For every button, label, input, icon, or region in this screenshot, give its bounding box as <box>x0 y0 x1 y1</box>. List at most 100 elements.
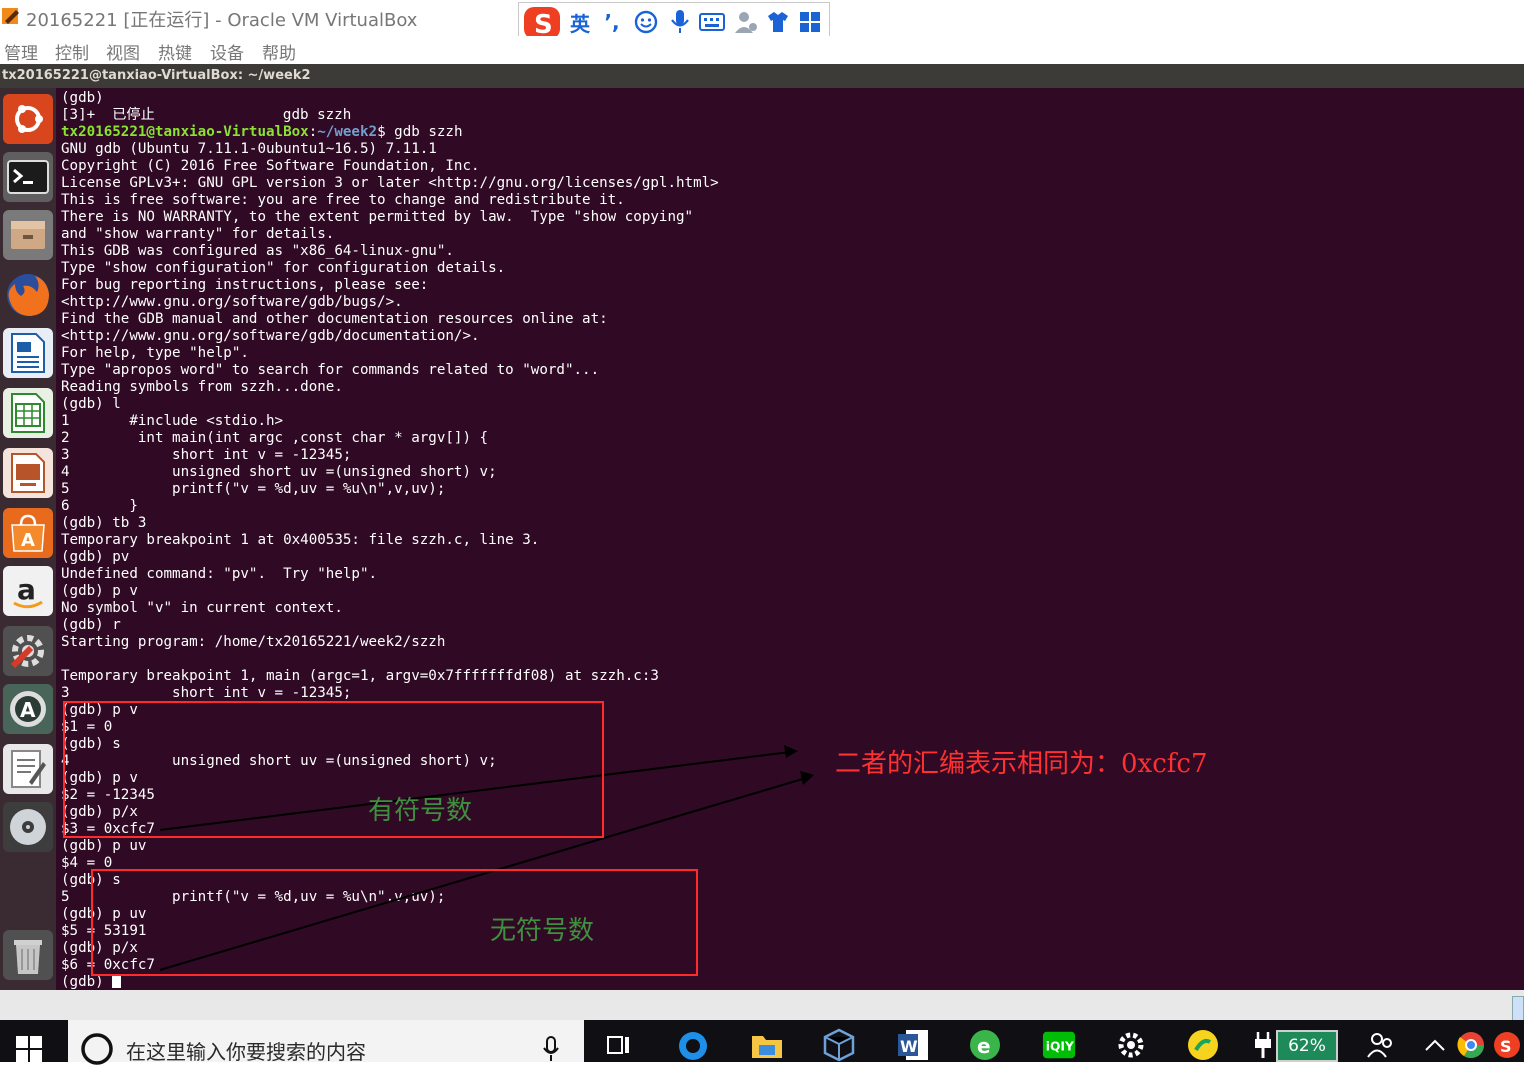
ime-tray-icon[interactable]: S <box>1490 1028 1524 1062</box>
terminal-line: <http://www.gnu.org/software/gdb/documen… <box>61 328 480 344</box>
terminal-line: No symbol "v" in current context. <box>61 600 343 616</box>
unsigned-label: 无符号数 <box>490 916 595 946</box>
windows-taskbar: 在这里输入你要搜索的内容 W e iQIY 62% S <box>0 1020 1524 1065</box>
search-placeholder: 在这里输入你要搜索的内容 <box>126 1040 366 1064</box>
terminal-line: Undefined command: "pv". Try "help". <box>61 566 378 582</box>
unsigned-annotation-box <box>91 869 698 976</box>
terminal-line: There is NO WARRANTY, to the extent perm… <box>61 209 694 225</box>
qq-browser-icon[interactable] <box>676 1028 710 1062</box>
menu-help[interactable]: 帮助 <box>262 39 296 64</box>
virtualbox-icon[interactable] <box>822 1028 856 1062</box>
qq-music-icon[interactable] <box>1186 1028 1220 1062</box>
software-center-icon[interactable]: A <box>3 508 53 558</box>
text-cursor <box>112 974 122 988</box>
terminal-line: 4 unsigned short uv =(unsigned short) v; <box>61 464 497 480</box>
browser-e-icon[interactable]: e <box>968 1028 1002 1062</box>
settings-icon[interactable] <box>3 626 53 676</box>
shirt-icon[interactable] <box>765 9 791 35</box>
shell-prompt-line: tx20165221@tanxiao-VirtualBox:~/week2$ g… <box>61 124 719 141</box>
terminal-line: [3]+ 已停止 gdb szzh <box>61 107 352 123</box>
text-editor-icon[interactable] <box>3 744 53 794</box>
menu-devices[interactable]: 设备 <box>210 39 244 64</box>
conclusion-label: 二者的汇编表示相同为：0xcfc7 <box>835 749 1208 779</box>
iqiyi-icon[interactable]: iQIY <box>1042 1028 1076 1062</box>
ubuntu-dash-icon[interactable] <box>3 94 53 144</box>
terminal-line: (gdb) pv <box>61 549 130 565</box>
terminal-line: (gdb) l <box>61 396 121 412</box>
word-icon[interactable]: W <box>896 1028 930 1062</box>
terminal-line: (gdb) <box>61 90 104 106</box>
smiley-icon[interactable] <box>633 9 659 35</box>
terminal-line: and "show warranty" for details. <box>61 226 335 242</box>
microphone-icon[interactable] <box>542 1036 560 1062</box>
user-icon[interactable] <box>733 9 759 35</box>
task-view-icon[interactable] <box>602 1028 636 1062</box>
menu-manage[interactable]: 管理 <box>4 39 38 64</box>
terminal-icon[interactable] <box>3 152 53 202</box>
prompt-symbol: $ <box>377 124 395 140</box>
terminal-line: 6 } <box>61 498 138 514</box>
terminal-line: 1 #include <stdio.h> <box>61 413 284 429</box>
files-icon[interactable] <box>3 210 53 260</box>
svg-text:A: A <box>20 698 36 722</box>
chrome-tray-icon[interactable] <box>1454 1028 1488 1062</box>
vm-status-strip <box>0 990 1524 1020</box>
terminal-line: (gdb) p v <box>61 583 138 599</box>
terminal-line: Type "show configuration" for configurat… <box>61 260 506 276</box>
taskbar-search-box[interactable]: 在这里输入你要搜索的内容 <box>68 1020 584 1065</box>
signed-label: 有符号数 <box>368 796 473 826</box>
menu-hotkeys[interactable]: 热键 <box>158 39 192 64</box>
terminal-line: 5 printf("v = %d,uv = %u\n",v,uv); <box>61 481 446 497</box>
dvd-icon[interactable] <box>3 802 53 852</box>
terminal-line: This is free software: you are free to c… <box>61 192 625 208</box>
settings-icon[interactable] <box>1114 1028 1148 1062</box>
signed-annotation-box <box>63 701 604 838</box>
virtualbox-app-icon <box>2 8 19 24</box>
windows-start-icon[interactable] <box>16 1036 42 1062</box>
ime-punct-toggle[interactable]: ’, <box>599 9 625 35</box>
file-explorer-icon[interactable] <box>750 1028 784 1062</box>
battery-indicator[interactable]: 62% <box>1276 1030 1338 1062</box>
impress-icon[interactable] <box>3 448 53 498</box>
terminal-line: This GDB was configured as "x86_64-linux… <box>61 243 454 259</box>
terminal-output[interactable]: (gdb) [3]+ 已停止 gdb szzh tx20165221@tanxiao… <box>56 88 1524 990</box>
updater-icon[interactable]: A <box>3 684 53 734</box>
terminal-line: License GPLv3+: GNU GPL version 3 or lat… <box>61 175 719 191</box>
svg-text:W: W <box>900 1037 918 1056</box>
terminal-line: Starting program: /home/tx20165221/week2… <box>61 634 446 650</box>
terminal-line: <http://www.gnu.org/software/gdb/bugs/>. <box>61 294 403 310</box>
vm-menubar: 管理 控制 视图 热键 设备 帮助 <box>0 36 1524 64</box>
svg-text:S: S <box>1500 1037 1512 1056</box>
terminal-window-title: tx20165221@tanxiao-VirtualBox: ~/week2 <box>0 64 1524 88</box>
menu-view[interactable]: 视图 <box>106 39 140 64</box>
trash-icon[interactable] <box>3 930 53 980</box>
ime-lang-toggle[interactable]: 英 <box>567 9 593 36</box>
terminal-line: (gdb) r <box>61 617 121 633</box>
vm-status-indicator-icon[interactable] <box>1512 996 1524 1022</box>
prompt-user: tx20165221@tanxiao-VirtualBox <box>61 124 309 140</box>
terminal-line: GNU gdb (Ubuntu 7.11.1-0ubuntu1~16.5) 7.… <box>61 141 437 157</box>
keyboard-icon[interactable] <box>699 9 725 35</box>
power-plug-icon[interactable] <box>1246 1028 1280 1062</box>
cortana-icon[interactable] <box>80 1032 114 1066</box>
firefox-icon[interactable] <box>3 270 53 320</box>
microphone-icon[interactable] <box>667 9 693 35</box>
window-titlebar: 20165221 [正在运行] - Oracle VM VirtualBox S… <box>0 0 1524 42</box>
terminal-line: 2 int main(int argc ,const char * argv[]… <box>61 430 489 446</box>
window-title: 20165221 [正在运行] - Oracle VM VirtualBox <box>26 10 418 31</box>
calc-icon[interactable] <box>3 388 53 438</box>
prompt-command: gdb szzh <box>394 124 463 140</box>
amazon-icon[interactable]: a <box>3 566 53 616</box>
grid-icon[interactable] <box>797 9 823 35</box>
writer-icon[interactable] <box>3 328 53 378</box>
chevron-up-icon[interactable] <box>1418 1028 1452 1062</box>
terminal-line: Copyright (C) 2016 Free Software Foundat… <box>61 158 480 174</box>
menu-control[interactable]: 控制 <box>55 39 89 64</box>
terminal-line: Type "apropos word" to search for comman… <box>61 362 600 378</box>
gdb-active-prompt[interactable]: (gdb) <box>61 974 719 990</box>
people-icon[interactable] <box>1364 1028 1398 1062</box>
terminal-line: For help, type "help". <box>61 345 249 361</box>
terminal-line: Reading symbols from szzh...done. <box>61 379 343 395</box>
terminal-line: Find the GDB manual and other documentat… <box>61 311 608 327</box>
